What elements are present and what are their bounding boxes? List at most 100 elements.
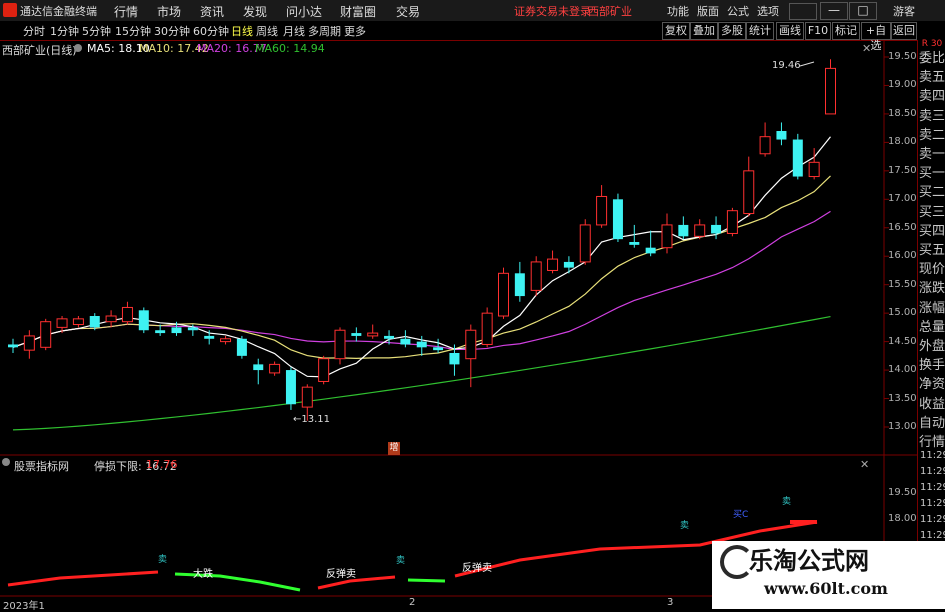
quote-field-3[interactable]: 卖三 <box>919 105 945 124</box>
y-tick-label: 19.50 <box>888 51 917 62</box>
close-pane-icon[interactable]: ✕ <box>862 42 871 55</box>
indicator-segment <box>407 578 446 583</box>
tab-week[interactable]: 周线 <box>256 23 278 39</box>
login-notice[interactable]: 证券交易未登录 <box>514 3 591 19</box>
trade-time: 11:29 <box>920 450 945 461</box>
tab-day[interactable]: 日线 <box>231 23 253 39</box>
quote-field-8[interactable]: 买三 <box>919 201 945 220</box>
quote-field-9[interactable]: 买四 <box>919 220 945 239</box>
trade-time: 11:29 <box>920 514 945 525</box>
candle-body <box>661 224 673 249</box>
restore-rights-button[interactable]: 复权 <box>662 22 690 40</box>
y-tick-label: 15.50 <box>888 278 917 290</box>
quote-field-1[interactable]: 卖五 <box>919 66 945 85</box>
ma10-line <box>12 175 831 360</box>
tab-30min[interactable]: 30分钟 <box>154 23 190 39</box>
candle-body <box>433 347 444 351</box>
candle-body <box>563 261 574 268</box>
quote-field-4[interactable]: 卖二 <box>919 124 945 143</box>
quote-field-13[interactable]: 涨幅 <box>919 297 945 316</box>
menu-banmian[interactable]: 版面 <box>697 3 719 19</box>
stock-name-top: 西部矿业 <box>588 5 632 18</box>
close-indicator-icon[interactable]: ✕ <box>860 458 869 471</box>
kline-chart[interactable] <box>0 40 917 609</box>
candle-body <box>743 170 755 215</box>
indicator-segment <box>7 570 159 587</box>
settings-icon[interactable] <box>74 44 82 52</box>
tab-fenshi[interactable]: 分时 <box>23 23 45 39</box>
quote-field-6[interactable]: 买一 <box>919 162 945 181</box>
y-tick-label: 14.00 <box>888 364 917 376</box>
candle-body <box>759 136 771 155</box>
quote-field-5[interactable]: 卖一 <box>919 143 945 162</box>
multi-stock-button[interactable]: 多股 <box>718 22 746 40</box>
add-watchlist-button[interactable]: +自选 <box>861 22 891 52</box>
candle-body <box>596 195 608 226</box>
quote-field-19[interactable]: 自动 <box>919 412 945 431</box>
quote-field-11[interactable]: 现价 <box>919 258 945 277</box>
trade-time: 11:29 <box>920 466 945 477</box>
candle-body <box>89 316 100 328</box>
quote-field-7[interactable]: 买二 <box>919 181 945 200</box>
indicator-settings-icon[interactable] <box>2 458 10 466</box>
tab-month[interactable]: 月线 <box>283 23 305 39</box>
candle-body <box>498 272 509 317</box>
overlay-button[interactable]: 叠加 <box>690 22 718 40</box>
period-toolbar: 分时 1分钟 5分钟 15分钟 30分钟 60分钟 日线 周线 月线 多周期 更… <box>0 21 945 52</box>
event-marker[interactable]: 增 <box>388 442 400 455</box>
tab-1min[interactable]: 1分钟 <box>50 23 79 39</box>
trade-time: 11:29 <box>920 482 945 493</box>
quote-field-12[interactable]: 涨跌 <box>919 277 945 296</box>
menu-shichang[interactable]: 市场 <box>157 3 181 20</box>
menu-gongshi[interactable]: 公式 <box>727 3 749 19</box>
candle-body <box>155 330 166 334</box>
candle-body <box>416 341 427 348</box>
menu-wenxiaoda[interactable]: 问小达 <box>286 3 322 20</box>
quote-field-2[interactable]: 卖四 <box>919 85 945 104</box>
candle-body <box>792 139 803 177</box>
tab-5min[interactable]: 5分钟 <box>82 23 111 39</box>
quote-field-20[interactable]: 行情 <box>919 431 945 450</box>
candle-body <box>56 318 68 328</box>
menu-caifuquan[interactable]: 财富圈 <box>340 3 376 20</box>
quote-field-18[interactable]: 收益 <box>919 393 945 412</box>
back-button[interactable]: 返回 <box>891 22 917 40</box>
quote-field-0[interactable]: 委比 <box>919 47 945 66</box>
candle-body <box>285 370 296 405</box>
f10-button[interactable]: F10 <box>805 22 831 40</box>
guest-label[interactable]: 游客 <box>893 3 915 19</box>
signal-label-sell-3: 卖 <box>680 521 690 531</box>
minimize-button[interactable]: — <box>820 2 848 20</box>
candle-body <box>204 335 215 339</box>
quote-field-17[interactable]: 净资 <box>919 373 945 392</box>
candle-body <box>612 199 623 240</box>
ma60-label: MA60: 14.94 <box>255 42 325 55</box>
menu-hangqing[interactable]: 行情 <box>114 3 138 20</box>
menu-gongneng[interactable]: 功能 <box>667 3 689 19</box>
menu-jiaoyi[interactable]: 交易 <box>396 3 420 20</box>
quote-field-10[interactable]: 买五 <box>919 239 945 258</box>
ma60-path <box>12 315 831 431</box>
tab-60min[interactable]: 60分钟 <box>193 23 229 39</box>
ma10-path <box>12 175 831 360</box>
candle-body <box>236 338 247 356</box>
signal-label-rebound-sell-1: 反弹卖 <box>326 569 356 580</box>
layout-icon[interactable] <box>789 3 817 20</box>
maximize-button[interactable]: □ <box>849 2 877 20</box>
quote-field-16[interactable]: 换手 <box>919 354 945 373</box>
tab-more[interactable]: 更多 <box>344 23 366 39</box>
mark-button[interactable]: 标记 <box>832 22 860 40</box>
draw-line-button[interactable]: 画线 <box>776 22 804 40</box>
low-price-label: 13.11 <box>301 414 331 425</box>
menu-zixun[interactable]: 资讯 <box>200 3 224 20</box>
quote-field-15[interactable]: 外盘 <box>919 335 945 354</box>
candle-body <box>579 224 591 263</box>
tab-15min[interactable]: 15分钟 <box>115 23 151 39</box>
quote-field-14[interactable]: 总量 <box>919 316 945 335</box>
tab-multi-period[interactable]: 多周期 <box>308 23 341 39</box>
menu-xuanxiang[interactable]: 选项 <box>757 3 779 19</box>
menu-faxian[interactable]: 发现 <box>243 3 267 20</box>
candle-body <box>547 258 559 271</box>
candle-body <box>8 344 18 348</box>
statistics-button[interactable]: 统计 <box>746 22 774 40</box>
